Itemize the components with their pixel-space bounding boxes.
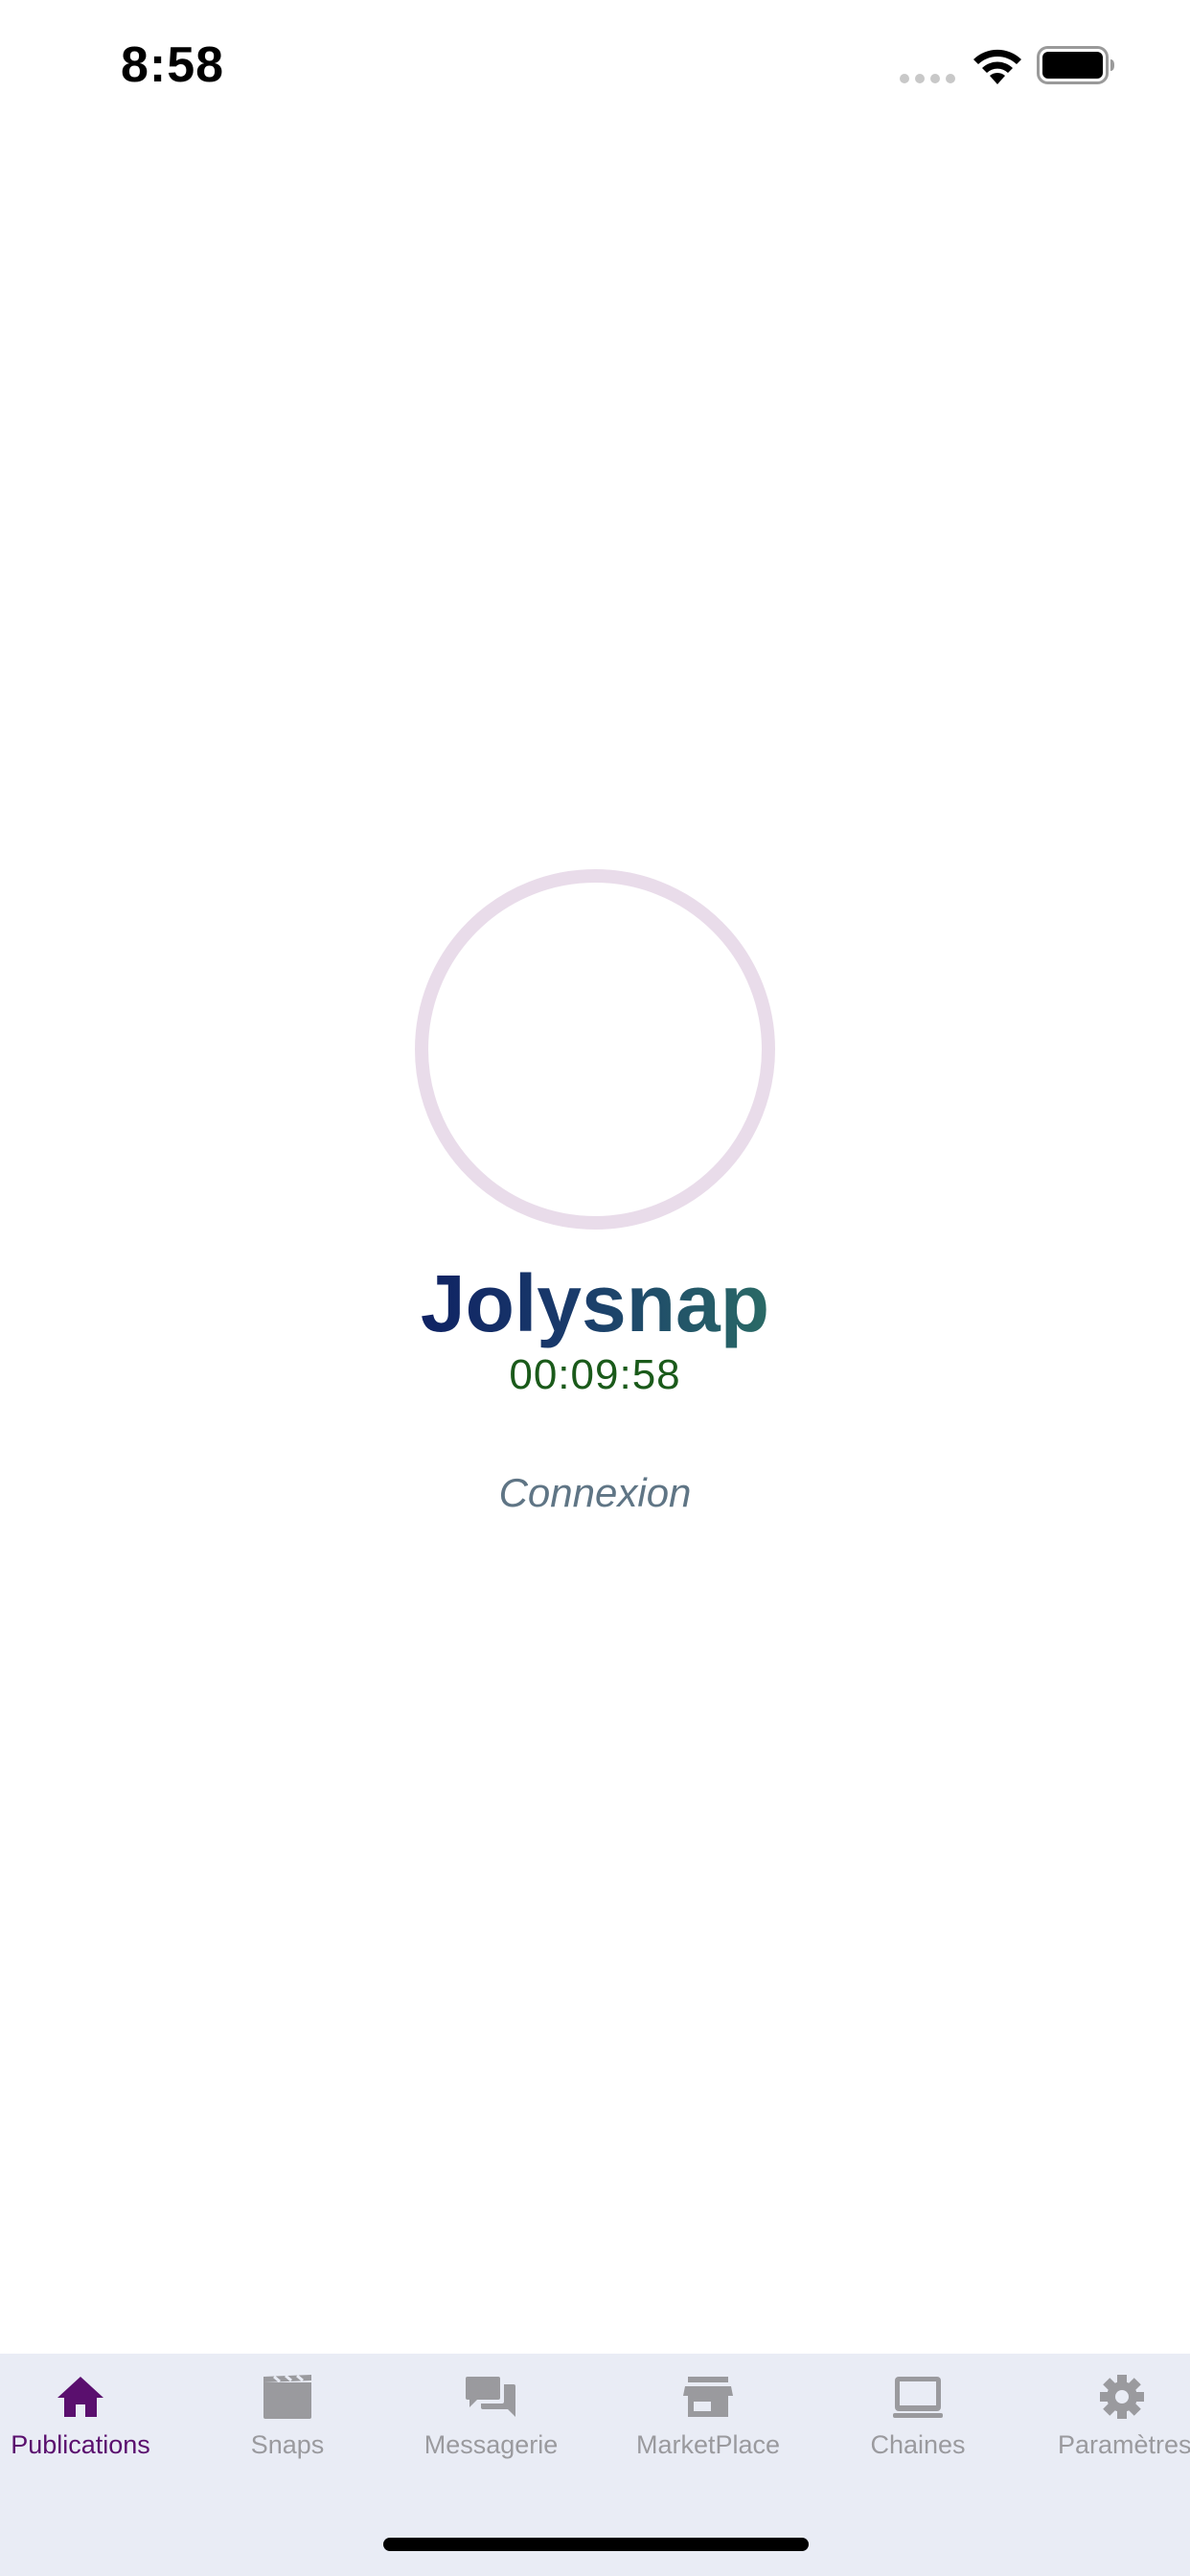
loading-ring bbox=[415, 869, 775, 1230]
tab-publications[interactable]: Publications bbox=[4, 2373, 157, 2488]
connexion-link[interactable]: Connexion bbox=[451, 1464, 739, 1522]
home-icon bbox=[57, 2377, 103, 2417]
chat-icon bbox=[465, 2377, 515, 2417]
app-name-text: Jolysnap bbox=[420, 1258, 770, 1348]
tab-chaines[interactable]: Chaines bbox=[860, 2373, 975, 2488]
wifi-icon bbox=[973, 49, 1021, 84]
tab-messagerie[interactable]: Messagerie bbox=[422, 2373, 561, 2488]
battery-icon bbox=[1037, 46, 1114, 84]
clapperboard-icon bbox=[263, 2374, 311, 2419]
tab-label: Paramètres bbox=[1058, 2430, 1190, 2459]
home-indicator[interactable] bbox=[383, 2538, 809, 2551]
tab-marketplace[interactable]: MarketPlace bbox=[636, 2373, 780, 2488]
tab-label: Publications bbox=[11, 2430, 150, 2459]
tab-label: Snaps bbox=[250, 2430, 325, 2459]
status-time: 8:58 bbox=[121, 37, 225, 93]
store-icon bbox=[683, 2377, 733, 2417]
tab-parametres[interactable]: Paramètres bbox=[1058, 2373, 1190, 2488]
app-name: Jolysnap bbox=[0, 1255, 1190, 1351]
tab-label: Chaines bbox=[870, 2430, 966, 2459]
countdown-timer: 00:09:58 bbox=[509, 1351, 681, 1398]
tab-snaps[interactable]: Snaps bbox=[230, 2373, 345, 2488]
status-bar: 8:58 bbox=[0, 0, 1190, 134]
cellular-signal-icon bbox=[900, 74, 955, 83]
gear-icon bbox=[1100, 2375, 1144, 2419]
tab-label: MarketPlace bbox=[636, 2430, 781, 2459]
laptop-icon bbox=[893, 2377, 943, 2418]
tab-label: Messagerie bbox=[423, 2430, 559, 2459]
